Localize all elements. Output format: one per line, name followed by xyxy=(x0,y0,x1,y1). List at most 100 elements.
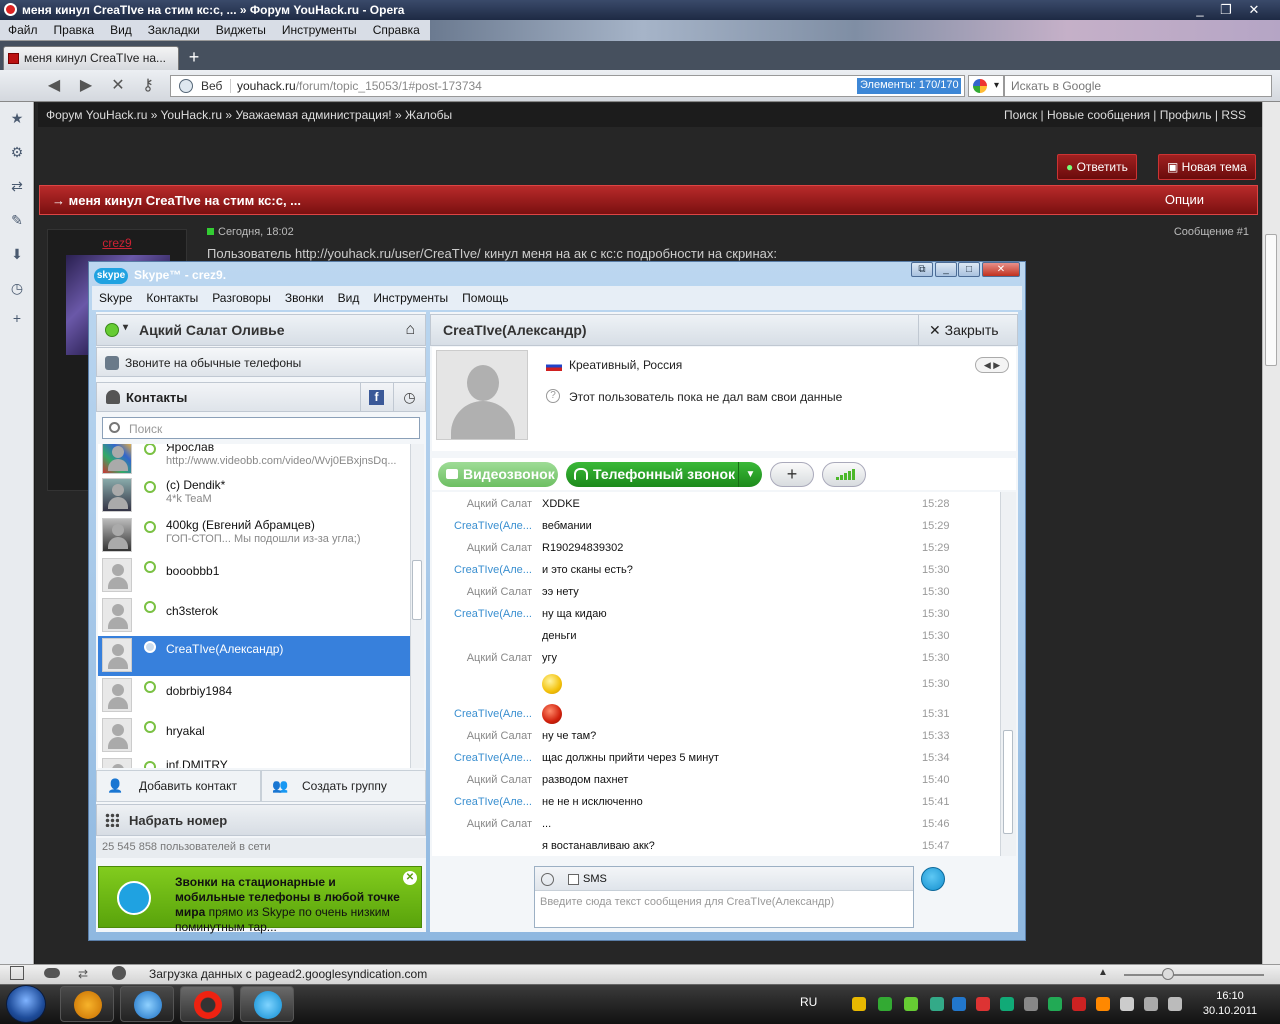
contact-row[interactable]: inf.DMITRY xyxy=(98,756,410,768)
message-sender[interactable]: Ацкий Салат xyxy=(432,586,532,598)
contact-row-selected[interactable]: CreaTIve(Александр) xyxy=(98,636,410,676)
contact-row[interactable]: dobrbiy1984 xyxy=(98,676,410,716)
call-quality-button[interactable] xyxy=(822,462,866,487)
message-sender[interactable]: CreaTIve(Але... xyxy=(432,520,534,532)
skype-minimize-icon[interactable]: _ xyxy=(935,262,957,277)
contact-row[interactable]: booobbb1 xyxy=(98,556,410,596)
tray-icon[interactable] xyxy=(976,997,990,1011)
tray-icon[interactable] xyxy=(1096,997,1110,1011)
tray-icon[interactable] xyxy=(878,997,892,1011)
skype-menu-calls[interactable]: Звонки xyxy=(278,291,331,305)
address-field[interactable]: Веб youhack.ru/forum/topic_15053/1#post-1… xyxy=(170,75,965,97)
page-scrollbar-thumb[interactable] xyxy=(1265,234,1277,366)
network-icon[interactable] xyxy=(1120,997,1134,1011)
skype-menu-contacts[interactable]: Контакты xyxy=(139,291,205,305)
dial-number-button[interactable]: Набрать номер xyxy=(96,804,426,836)
notes-icon[interactable]: ✎ xyxy=(9,212,25,228)
tray-icon[interactable] xyxy=(852,997,866,1011)
message-sender[interactable]: Ацкий Салат xyxy=(432,498,532,510)
start-button[interactable] xyxy=(6,985,46,1023)
bookmarks-star-icon[interactable]: ★ xyxy=(9,110,25,126)
tray-icon[interactable] xyxy=(1024,997,1038,1011)
sms-checkbox[interactable] xyxy=(568,874,579,885)
facebook-tab[interactable]: f xyxy=(360,383,392,411)
taskbar-ie-button[interactable] xyxy=(120,986,174,1022)
volume-icon[interactable] xyxy=(1168,997,1182,1011)
home-icon[interactable]: ⌂ xyxy=(405,321,415,339)
monitor-icon[interactable] xyxy=(1144,997,1158,1011)
message-sender[interactable]: CreaTIve(Але... xyxy=(432,608,534,620)
forward-icon[interactable]: ▶ xyxy=(76,76,96,96)
skype-menu-conversations[interactable]: Разговоры xyxy=(205,291,278,305)
close-promo-icon[interactable]: ✕ xyxy=(403,871,417,885)
phone-call-button[interactable]: Телефонный звонок ▼ xyxy=(566,462,762,487)
add-panel-icon[interactable]: + xyxy=(9,310,25,326)
back-icon[interactable]: ◀ xyxy=(44,76,64,96)
status-dropdown-icon[interactable]: ▾ xyxy=(123,322,128,333)
page-scrollbar[interactable] xyxy=(1262,102,1280,964)
add-contact-button[interactable]: 👤 Добавить контакт xyxy=(96,770,261,802)
call-phones-button[interactable]: Звоните на обычные телефоны xyxy=(96,347,426,377)
new-topic-button[interactable]: ▣ Новая тема xyxy=(1158,154,1256,180)
zoom-up-icon[interactable]: ▲ xyxy=(1098,967,1108,978)
tray-icon[interactable] xyxy=(930,997,944,1011)
tray-icon[interactable] xyxy=(1000,997,1014,1011)
panel-toggle-icon[interactable] xyxy=(10,966,24,980)
video-call-button[interactable]: Видеозвонок xyxy=(438,462,558,487)
menu-edit[interactable]: Правка xyxy=(46,23,103,37)
tray-icon[interactable] xyxy=(904,997,918,1011)
system-clock[interactable]: 16:10 30.10.2011 xyxy=(1192,989,1268,1019)
language-indicator[interactable]: RU xyxy=(800,995,817,1009)
profile-mood-bar[interactable]: ▾ Ацкий Салат Оливье ⌂ xyxy=(96,314,426,346)
message-sender[interactable]: CreaTIve(Але... xyxy=(432,708,534,720)
skype-menu-help[interactable]: Помощь xyxy=(455,291,515,305)
menu-bookmarks[interactable]: Закладки xyxy=(140,23,208,37)
promo-banner[interactable]: Звонки на стационарные и мобильные телеф… xyxy=(98,866,422,934)
search-engine-selector[interactable]: ▾ xyxy=(968,75,1004,97)
menu-view[interactable]: Вид xyxy=(102,23,140,37)
emoticon-icon[interactable] xyxy=(541,873,554,886)
close-window-icon[interactable]: ✕ xyxy=(1242,2,1266,18)
contact-row[interactable]: hryakal xyxy=(98,716,410,756)
chat-scroll-thumb[interactable] xyxy=(1003,730,1013,834)
reply-button[interactable]: ● Ответить xyxy=(1057,154,1137,180)
author-name[interactable]: crez9 xyxy=(47,236,187,250)
menu-tools[interactable]: Инструменты xyxy=(274,23,365,37)
message-sender[interactable]: CreaTIve(Але... xyxy=(432,752,534,764)
contact-row[interactable]: Ярослав http://www.videobb.com/video/Wvj0… xyxy=(98,444,410,478)
contact-list-scroll-thumb[interactable] xyxy=(412,560,422,620)
history-clock-icon[interactable]: ◷ xyxy=(9,280,25,296)
menu-widgets[interactable]: Виджеты xyxy=(208,23,274,37)
minimize-icon[interactable]: _ xyxy=(1188,2,1212,18)
downloads-icon[interactable]: ⬇ xyxy=(9,246,25,262)
add-participants-button[interactable]: + xyxy=(770,462,814,487)
tray-icon[interactable] xyxy=(1048,997,1062,1011)
menu-file[interactable]: Файл xyxy=(0,23,46,37)
message-sender[interactable]: Ацкий Салат xyxy=(432,652,532,664)
close-conversation-button[interactable]: ✕ Закрыть xyxy=(918,314,1018,346)
tray-icon[interactable] xyxy=(952,997,966,1011)
skype-menu-tools[interactable]: Инструменты xyxy=(366,291,455,305)
status-online-icon[interactable] xyxy=(105,323,119,337)
tray-icon[interactable] xyxy=(1072,997,1086,1011)
search-input[interactable]: Искать в Google xyxy=(1004,75,1272,97)
skype-maximize-icon[interactable]: □ xyxy=(958,262,980,277)
wand-icon[interactable]: ⚷ xyxy=(138,76,158,96)
stop-icon[interactable]: ✕ xyxy=(108,76,128,96)
contacts-tab[interactable]: Контакты xyxy=(106,390,187,405)
skype-compact-icon[interactable]: ⧉ xyxy=(911,262,933,277)
message-input[interactable]: Введите сюда текст сообщения для CreaTIv… xyxy=(540,896,834,908)
settings-gear-icon[interactable]: ⚙ xyxy=(9,144,25,160)
profile-pager[interactable]: ◀ ▶ xyxy=(975,357,1009,373)
taskbar-half-life-button[interactable] xyxy=(60,986,114,1022)
message-sender[interactable]: Ацкий Салат xyxy=(432,818,532,830)
contact-row[interactable]: 400kg (Евгений Абрамцев) ГОП-СТОП... Мы п… xyxy=(98,516,410,556)
speed-dial-icon[interactable] xyxy=(112,966,126,980)
browser-tab[interactable]: меня кинул CreaTIve на... xyxy=(3,46,179,70)
skype-close-icon[interactable]: ✕ xyxy=(982,262,1020,277)
contact-row[interactable]: ch3sterok xyxy=(98,596,410,636)
post-number[interactable]: Сообщение #1 xyxy=(1174,226,1249,238)
send-message-button[interactable] xyxy=(921,867,945,891)
taskbar-opera-button[interactable] xyxy=(180,986,234,1022)
contact-search-input[interactable]: Поиск xyxy=(102,417,420,439)
